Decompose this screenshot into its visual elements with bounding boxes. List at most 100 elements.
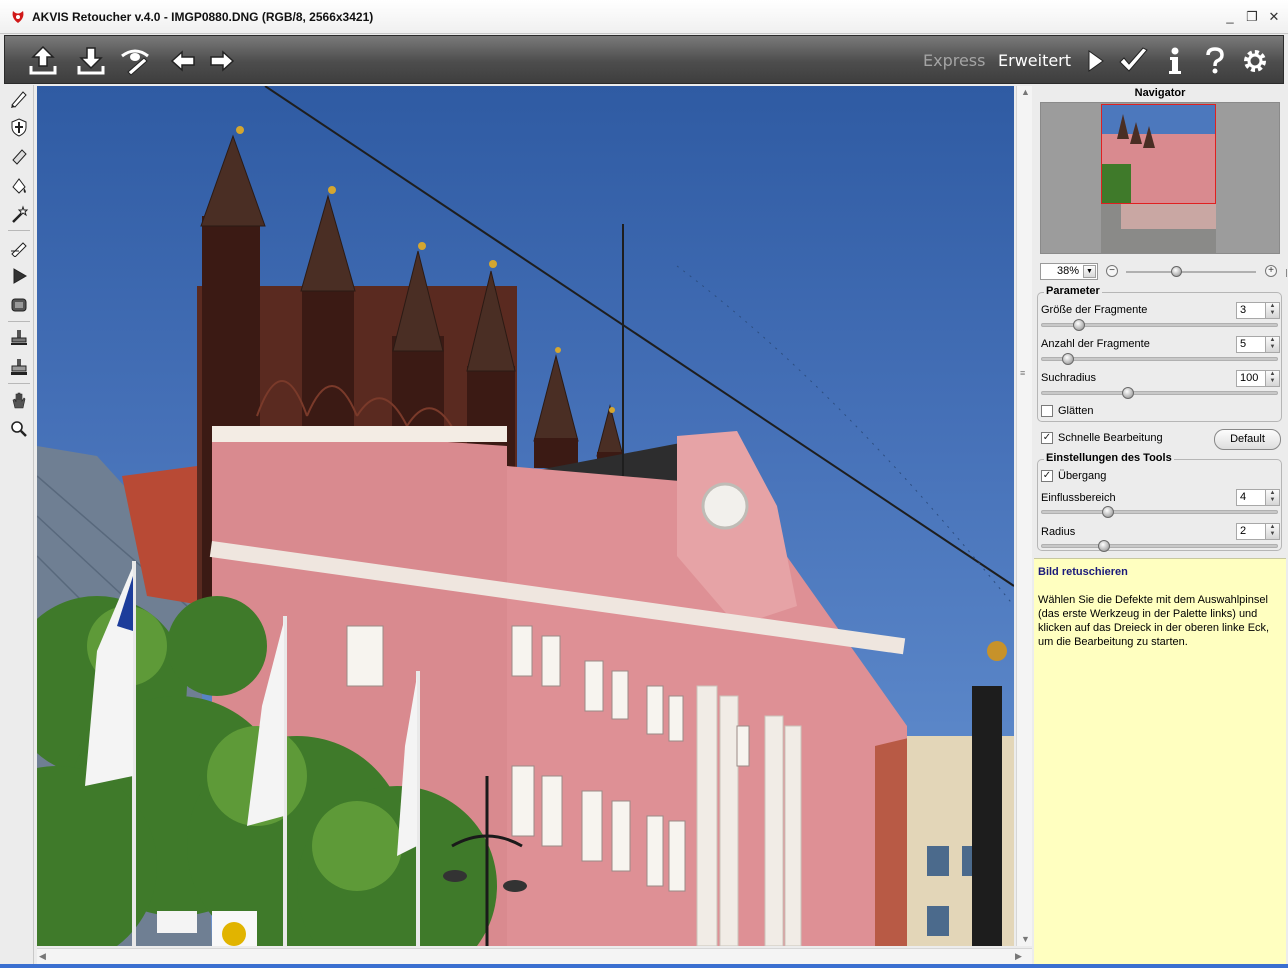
minimize-icon[interactable]: _: [1224, 9, 1236, 25]
spinner-arrows-icon[interactable]: ▲ ▼: [1265, 524, 1279, 539]
eraser-icon[interactable]: [7, 144, 31, 168]
stamp-icon[interactable]: [7, 326, 31, 350]
spinner-arrows-icon[interactable]: ▲ ▼: [1265, 371, 1279, 386]
clone-stamp-icon[interactable]: [7, 355, 31, 379]
parameter-group: Parameter Größe der Fragmente 3 ▲ ▼ Anzah…: [1037, 285, 1282, 422]
fragment-size-label: Größe der Fragmente: [1041, 304, 1148, 316]
search-radius-spinner[interactable]: 100 ▲ ▼: [1236, 370, 1280, 387]
influence-value: 4: [1240, 491, 1247, 503]
search-radius-value: 100: [1240, 372, 1259, 384]
fragment-size-knob[interactable]: [1073, 319, 1085, 331]
title-bar: AKVIS Retoucher v.4.0 - IMGP0880.DNG (RG…: [0, 0, 1288, 34]
smooth-label: Glätten: [1058, 405, 1094, 417]
quick-processing-checkbox[interactable]: ✓: [1041, 432, 1053, 444]
smooth-checkbox-row[interactable]: Glätten: [1041, 405, 1093, 417]
radius-knob[interactable]: [1098, 540, 1110, 552]
radius-value: 2: [1240, 525, 1247, 537]
mode-express-tab[interactable]: Express: [923, 51, 985, 70]
horizontal-scrollbar[interactable]: ◀ ▶: [37, 948, 1032, 964]
save-icon[interactable]: [73, 43, 109, 79]
scroll-up-icon[interactable]: ▲: [1021, 87, 1030, 97]
help-text: Wählen Sie die Defekte mit dem Auswahlpi…: [1038, 594, 1270, 648]
fragment-count-label: Anzahl der Fragmente: [1041, 338, 1150, 350]
run-small-icon[interactable]: [7, 264, 31, 288]
zoom-controls: 38% ▼ − +: [1040, 263, 1288, 281]
quick-processing-label: Schnelle Bearbeitung: [1058, 432, 1163, 444]
apply-icon[interactable]: [1115, 43, 1151, 79]
smooth-checkbox[interactable]: [1041, 405, 1053, 417]
run-icon[interactable]: [1077, 43, 1113, 79]
open-icon[interactable]: [25, 43, 61, 79]
fragment-size-spinner[interactable]: 3 ▲ ▼: [1236, 302, 1280, 319]
photo-town-hall: [37, 86, 1014, 946]
patch-icon[interactable]: [7, 293, 31, 317]
spinner-arrows-icon[interactable]: ▲ ▼: [1265, 337, 1279, 352]
zoom-out-icon[interactable]: −: [1106, 265, 1118, 277]
zoom-slider[interactable]: [1126, 266, 1288, 277]
zoom-field[interactable]: 38% ▼: [1040, 263, 1098, 280]
zoom-dropdown-icon[interactable]: ▼: [1083, 265, 1096, 278]
window-title: AKVIS Retoucher v.4.0 - IMGP0880.DNG (RG…: [32, 9, 374, 24]
transition-checkbox-row[interactable]: ✓ Übergang: [1041, 470, 1106, 482]
info-icon[interactable]: [1157, 43, 1193, 79]
search-radius-knob[interactable]: [1122, 387, 1134, 399]
influence-slider[interactable]: [1041, 506, 1278, 518]
redo-icon[interactable]: [204, 43, 240, 79]
scroll-down-icon[interactable]: ▼: [1021, 934, 1030, 944]
search-radius-slider[interactable]: [1041, 387, 1278, 399]
restore-icon[interactable]: ❐: [1246, 9, 1258, 25]
navigator-preview[interactable]: [1040, 102, 1280, 254]
tool-settings-group: Einstellungen des Tools ✓ Übergang Einfl…: [1037, 452, 1282, 552]
zoom-slider-knob[interactable]: [1171, 266, 1182, 277]
fragment-count-value: 5: [1240, 338, 1247, 350]
influence-spinner[interactable]: 4 ▲ ▼: [1236, 489, 1280, 506]
search-radius-label: Suchradius: [1041, 372, 1097, 384]
fragment-count-spinner[interactable]: 5 ▲ ▼: [1236, 336, 1280, 353]
main-toolbar: Express Erweitert: [4, 35, 1284, 84]
spinner-arrows-icon[interactable]: ▲ ▼: [1265, 490, 1279, 505]
navigator-title: Navigator: [1134, 87, 1186, 99]
protection-icon[interactable]: [7, 115, 31, 139]
scroll-right-icon[interactable]: ▶: [1015, 951, 1022, 962]
akvis-logo-icon: [12, 10, 24, 23]
vertical-scrollbar[interactable]: ▲ ≡ ▼: [1016, 86, 1032, 946]
fragment-size-slider[interactable]: [1041, 319, 1278, 331]
influence-label: Einflussbereich: [1041, 492, 1116, 504]
scroll-grip-icon[interactable]: ≡: [1020, 368, 1025, 378]
undo-icon[interactable]: [165, 43, 201, 79]
default-button[interactable]: Default: [1214, 429, 1281, 450]
radius-spinner[interactable]: 2 ▲ ▼: [1236, 523, 1280, 540]
magic-wand-icon[interactable]: [7, 202, 31, 226]
zoom-in-icon[interactable]: +: [1265, 265, 1277, 277]
settings-panel: Navigator 38% ▼ − + Parameter Größe der …: [1034, 85, 1288, 964]
close-icon[interactable]: ✕: [1268, 9, 1280, 25]
scroll-left-icon[interactable]: ◀: [39, 951, 46, 962]
fragment-count-knob[interactable]: [1062, 353, 1074, 365]
help-panel: Bild retuschieren Wählen Sie die Defekte…: [1034, 558, 1286, 964]
fill-icon[interactable]: [7, 173, 31, 197]
selection-brush-icon[interactable]: [7, 86, 31, 110]
navigator-view-frame[interactable]: [1101, 104, 1216, 204]
fragment-size-value: 3: [1240, 304, 1247, 316]
settings-icon[interactable]: [1237, 43, 1273, 79]
transition-checkbox[interactable]: ✓: [1041, 470, 1053, 482]
preferences-icon[interactable]: [117, 43, 153, 79]
radius-label: Radius: [1041, 526, 1076, 538]
fragment-count-slider[interactable]: [1041, 353, 1278, 365]
radius-slider[interactable]: [1041, 540, 1278, 552]
help-icon[interactable]: [1197, 43, 1233, 79]
image-canvas[interactable]: [37, 86, 1014, 946]
taskbar-edge: [0, 964, 1288, 968]
hand-icon[interactable]: [7, 388, 31, 412]
mode-advanced-tab[interactable]: Erweitert: [998, 51, 1071, 70]
influence-knob[interactable]: [1102, 506, 1114, 518]
tool-palette: [4, 85, 34, 965]
parameter-group-title: Parameter: [1044, 285, 1102, 297]
spinner-arrows-icon[interactable]: ▲ ▼: [1265, 303, 1279, 318]
transition-label: Übergang: [1058, 470, 1107, 482]
quick-processing-row[interactable]: ✓ Schnelle Bearbeitung: [1041, 432, 1163, 444]
tool-settings-title: Einstellungen des Tools: [1044, 452, 1174, 464]
zoom-value: 38%: [1056, 265, 1079, 277]
pencil-icon[interactable]: [7, 235, 31, 259]
zoom-icon[interactable]: [7, 417, 31, 441]
